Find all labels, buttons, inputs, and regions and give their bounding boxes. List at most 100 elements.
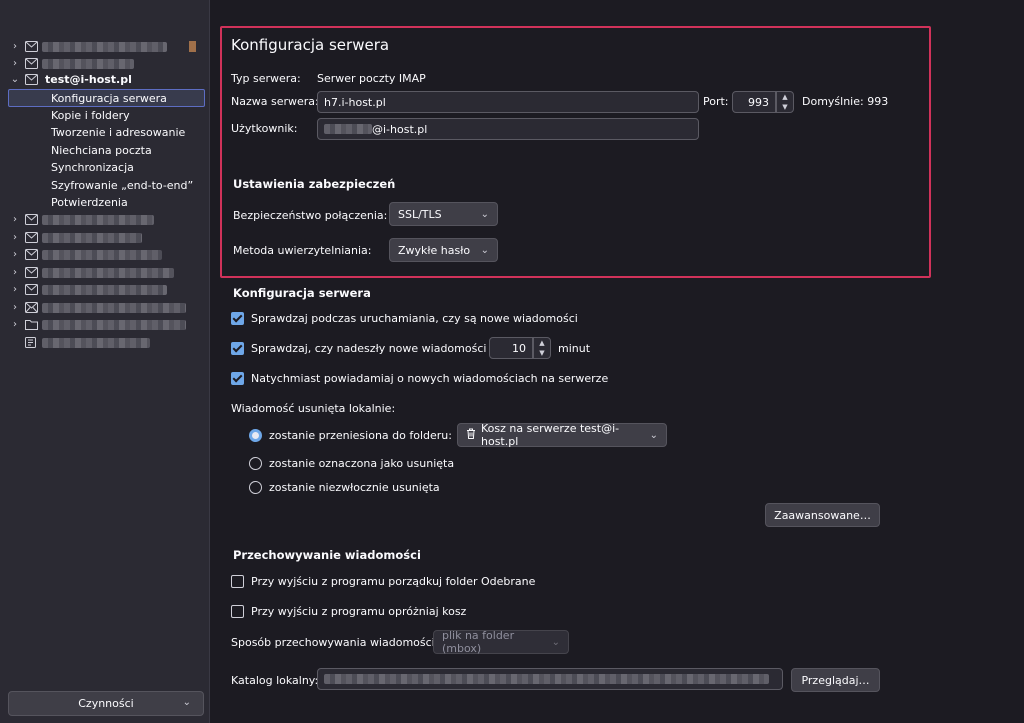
security-settings-heading: Ustawienia zabezpieczeń [233, 177, 396, 191]
account-sidebar: › › ⌄ test@i-host.pl Konfiguracja serwer… [0, 0, 210, 723]
deleted-message-label: Wiadomość usunięta lokalnie: [231, 402, 396, 415]
mail-icon [25, 302, 38, 313]
delete-immediately-radio[interactable] [249, 481, 262, 494]
sidebar-item-server-settings[interactable]: Konfiguracja serwera [51, 90, 167, 107]
chevron-right-icon[interactable]: › [10, 211, 20, 228]
actions-label: Czynności [78, 697, 134, 710]
redacted-account [42, 58, 134, 69]
default-port-text: Domyślnie: 993 [802, 95, 889, 108]
store-type-label: Sposób przechowywania wiadomości: [231, 636, 439, 649]
notify-immediately-checkbox[interactable] [231, 372, 244, 385]
account-row[interactable]: › [0, 299, 208, 316]
sidebar-item-receipts[interactable]: Potwierdzenia [51, 194, 128, 211]
trash-folder-value: Kosz na serwerze test@i-host.pl [481, 422, 620, 448]
account-row[interactable]: › [0, 55, 208, 72]
check-interval-stepper[interactable]: ▲ ▼ [533, 337, 551, 359]
check-on-startup-checkbox[interactable] [231, 312, 244, 325]
chevron-right-icon[interactable]: › [10, 55, 20, 72]
account-name: test@i-host.pl [45, 73, 132, 86]
port-input[interactable]: 993 [732, 91, 776, 113]
auth-method-select[interactable]: Zwykłe hasło ⌄ [389, 238, 498, 262]
sidebar-item-copies-folders[interactable]: Kopie i foldery [51, 107, 130, 124]
chevron-right-icon[interactable]: › [10, 264, 20, 281]
chevron-right-icon[interactable]: › [10, 229, 20, 246]
local-directory-label: Katalog lokalny: [231, 674, 319, 687]
empty-trash-checkbox[interactable] [231, 605, 244, 618]
server-type-label: Typ serwera: [231, 72, 301, 85]
notify-immediately-label[interactable]: Natychmiast powiadamiaj o nowych wiadomo… [251, 372, 608, 385]
redacted-account [42, 302, 186, 313]
chevron-right-icon[interactable]: › [10, 38, 20, 55]
mark-deleted-radio[interactable] [249, 457, 262, 470]
chevron-right-icon[interactable]: › [10, 299, 20, 316]
account-row[interactable] [0, 334, 208, 351]
minutes-label: minut [558, 342, 591, 355]
server-name-input[interactable]: h7.i-host.pl [317, 91, 699, 113]
account-row[interactable]: › [0, 264, 208, 281]
account-row-test[interactable]: ⌄ test@i-host.pl [0, 71, 208, 88]
store-type-select[interactable]: plik na folder (mbox) ⌄ [433, 629, 569, 655]
page-title: Konfiguracja serwera [231, 36, 390, 54]
redacted-account [42, 284, 167, 295]
account-row[interactable]: › [0, 281, 208, 298]
cleanup-inbox-label[interactable]: Przy wyjściu z programu porządkuj folder… [251, 575, 535, 588]
check-every-label[interactable]: Sprawdzaj, czy nadeszły nowe wiadomości … [251, 342, 503, 355]
account-row[interactable]: › [0, 229, 208, 246]
check-interval-input[interactable]: 10 [489, 337, 533, 359]
trash-icon [466, 428, 476, 442]
mail-account-icon [25, 232, 38, 243]
redacted-account [42, 267, 174, 278]
sidebar-item-sync[interactable]: Synchronizacja [51, 159, 134, 176]
account-row[interactable]: › [0, 38, 208, 55]
account-color-tag [189, 41, 196, 52]
check-every-checkbox[interactable] [231, 342, 244, 355]
connection-security-value: SSL/TLS [398, 207, 442, 221]
redacted-account [42, 41, 167, 52]
chevron-down-icon[interactable]: ▼ [777, 102, 793, 112]
advanced-button[interactable]: Zaawansowane… [765, 503, 880, 527]
mail-account-icon [25, 58, 38, 69]
local-directory-input[interactable] [317, 668, 783, 690]
redacted-account [42, 249, 162, 260]
mail-account-icon [25, 41, 38, 52]
chevron-up-icon[interactable]: ▲ [534, 338, 550, 348]
chevron-up-icon[interactable]: ▲ [777, 92, 793, 102]
connection-security-select[interactable]: SSL/TLS ⌄ [389, 202, 498, 226]
redacted-username [324, 124, 372, 134]
chevron-down-icon[interactable]: ▼ [534, 348, 550, 358]
move-to-folder-radio[interactable] [249, 429, 262, 442]
connection-security-label: Bezpieczeństwo połączenia: [233, 209, 388, 222]
auth-method-label: Metoda uwierzytelniania: [233, 244, 372, 257]
chevron-right-icon[interactable]: › [10, 246, 20, 263]
account-row[interactable]: › [0, 211, 208, 228]
store-type-value: plik na folder (mbox) [442, 629, 515, 655]
browse-button[interactable]: Przeglądaj… [791, 668, 880, 692]
mark-deleted-label[interactable]: zostanie oznaczona jako usunięta [269, 457, 454, 470]
check-on-startup-label[interactable]: Sprawdzaj podczas uruchamiania, czy są n… [251, 312, 578, 325]
username-input[interactable]: @i-host.pl [317, 118, 699, 140]
redacted-path [324, 674, 769, 684]
actions-dropdown-button[interactable]: Czynności ⌄ [8, 691, 204, 716]
username-label: Użytkownik: [231, 122, 298, 135]
sidebar-item-junk[interactable]: Niechciana poczta [51, 142, 152, 159]
chevron-down-icon[interactable]: ⌄ [10, 71, 20, 88]
trash-folder-select[interactable]: Kosz na serwerze test@i-host.pl ⌄ [457, 422, 667, 448]
sidebar-item-composition[interactable]: Tworzenie i adresowanie [51, 124, 185, 141]
chevron-right-icon[interactable]: › [10, 316, 20, 333]
cleanup-inbox-checkbox[interactable] [231, 575, 244, 588]
account-row[interactable]: › [0, 246, 208, 263]
mail-account-icon [25, 267, 38, 278]
username-domain: @i-host.pl [372, 122, 428, 136]
sidebar-item-e2e[interactable]: Szyfrowanie „end-to-end” [51, 177, 193, 194]
empty-trash-label[interactable]: Przy wyjściu z programu opróżniaj kosz [251, 605, 466, 618]
move-to-folder-label[interactable]: zostanie przeniesiona do folderu: [269, 429, 452, 442]
chevron-right-icon[interactable]: › [10, 281, 20, 298]
mail-account-icon [25, 284, 38, 295]
delete-immediately-label[interactable]: zostanie niezwłocznie usunięta [269, 481, 440, 494]
port-stepper[interactable]: ▲ ▼ [776, 91, 794, 113]
chevron-down-icon: ⌄ [480, 208, 489, 220]
feed-icon [25, 337, 38, 348]
highlight-annotation-box [220, 26, 931, 278]
server-name-label: Nazwa serwera: [231, 95, 319, 108]
account-row[interactable]: › [0, 316, 208, 333]
